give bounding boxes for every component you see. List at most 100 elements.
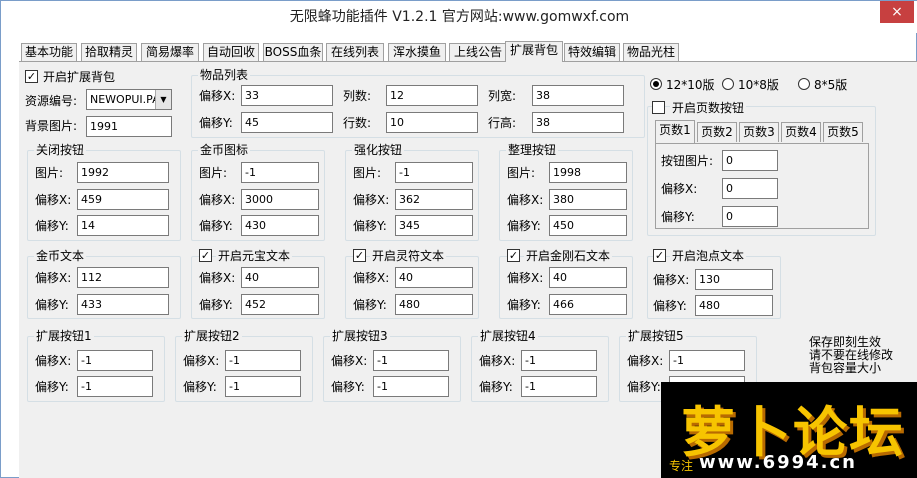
bubble-offset-x-label: 偏移X: xyxy=(653,273,690,287)
version-8x5-radio[interactable] xyxy=(798,78,810,90)
enhance-button-offset-x-input[interactable]: 362 xyxy=(395,189,473,210)
diamond-offset-y-input[interactable]: 466 xyxy=(549,294,627,315)
ext-button-5-offset-x-input[interactable]: -1 xyxy=(669,350,745,371)
enable-page-buttons-label: 开启页数按钮 xyxy=(670,101,747,115)
resource-value: NEWOPUI.PA xyxy=(90,93,160,106)
tab-ext-bag[interactable]: 扩展背包 xyxy=(505,41,563,62)
lingfu-text-checkbox[interactable]: ✓ xyxy=(353,249,366,262)
page-button-offset-y-input[interactable]: 0 xyxy=(722,206,778,227)
close-button-image-input[interactable]: 1992 xyxy=(77,162,169,183)
ext-button-4-offset-y-input[interactable]: -1 xyxy=(521,376,597,397)
version-10x8-radio[interactable] xyxy=(722,78,734,90)
ext-button-2-title: 扩展按钮2 xyxy=(182,329,242,343)
watermark-logo-sub: 专注 xyxy=(669,459,694,473)
rows-input[interactable]: 10 xyxy=(386,112,478,133)
ext-button-4-title: 扩展按钮4 xyxy=(478,329,538,343)
col-width-input[interactable]: 38 xyxy=(532,85,624,106)
cols-input[interactable]: 12 xyxy=(386,85,478,106)
chevron-down-icon[interactable]: ▼ xyxy=(155,90,171,109)
row-height-label: 行高: xyxy=(488,116,517,130)
tab-boss-hp[interactable]: BOSS血条 xyxy=(263,43,323,61)
gold-icon-offset-x-input[interactable]: 3000 xyxy=(241,189,319,210)
enable-ext-bag-checkbox[interactable]: ✓ xyxy=(25,70,38,83)
sort-button-offset-y-input[interactable]: 450 xyxy=(549,215,627,236)
item-list-offset-y-input[interactable]: 45 xyxy=(241,112,333,133)
gold-text-title: 金币文本 xyxy=(34,249,87,263)
gold-text-offset-x-label: 偏移X: xyxy=(35,271,72,285)
lingfu-offset-x-input[interactable]: 40 xyxy=(395,267,473,288)
gold-icon-offset-y-label: 偏移Y: xyxy=(199,219,233,233)
ext-button-1-offset-x-input[interactable]: -1 xyxy=(77,350,153,371)
close-button[interactable]: × xyxy=(880,1,914,23)
tab-pickup[interactable]: 拾取精灵 xyxy=(81,43,137,61)
enhance-button-title: 强化按钮 xyxy=(352,143,405,157)
close-button-title: 关闭按钮 xyxy=(34,143,87,157)
note-line-2: 请不要在线修改 xyxy=(809,348,894,362)
bubble-text-checkbox[interactable]: ✓ xyxy=(653,249,666,262)
tab-droprate[interactable]: 简易爆率 xyxy=(141,43,199,61)
sort-button-image-input[interactable]: 1998 xyxy=(549,162,627,183)
bubble-offset-x-input[interactable]: 130 xyxy=(695,269,773,290)
title-bar: 无限蜂功能插件 V1.2.1 官方网站:www.gomwxf.com × xyxy=(1,1,917,33)
gold-text-offset-y-input[interactable]: 433 xyxy=(77,294,169,315)
item-list-offset-y-label: 偏移Y: xyxy=(199,116,233,130)
lingfu-offset-y-input[interactable]: 480 xyxy=(395,294,473,315)
resource-select[interactable]: NEWOPUI.PA ▼ xyxy=(86,89,172,110)
bg-image-label: 背景图片: xyxy=(25,119,78,133)
tab-fishing[interactable]: 浑水摸鱼 xyxy=(388,43,446,61)
yuanbao-offset-x-input[interactable]: 40 xyxy=(241,267,319,288)
tab-page-3[interactable]: 页数3 xyxy=(739,122,779,142)
ext-button-1-offset-y-input[interactable]: -1 xyxy=(77,376,153,397)
diamond-offset-x-input[interactable]: 40 xyxy=(549,267,627,288)
gold-text-offset-x-input[interactable]: 112 xyxy=(77,267,169,288)
rows-label: 行数: xyxy=(343,116,372,130)
bg-image-input[interactable]: 1991 xyxy=(86,116,172,137)
enable-page-buttons-checkbox[interactable] xyxy=(652,101,665,114)
bubble-offset-y-input[interactable]: 480 xyxy=(695,295,773,316)
ext-button-1-title: 扩展按钮1 xyxy=(34,329,94,343)
diamond-text-checkbox[interactable]: ✓ xyxy=(507,249,520,262)
tab-page-2[interactable]: 页数2 xyxy=(697,122,737,142)
tab-item-beam[interactable]: 物品光柱 xyxy=(623,43,679,61)
ext-button-3-offset-x-input[interactable]: -1 xyxy=(373,350,449,371)
item-list-offset-x-input[interactable]: 33 xyxy=(241,85,333,106)
ext-button-3-offset-y-label: 偏移Y: xyxy=(331,380,365,394)
gold-icon-image-input[interactable]: -1 xyxy=(241,162,319,183)
item-list-title: 物品列表 xyxy=(198,68,251,82)
gold-icon-offset-y-input[interactable]: 430 xyxy=(241,215,319,236)
tab-recycle[interactable]: 自动回收 xyxy=(203,43,259,61)
tab-login-notice[interactable]: 上线公告 xyxy=(449,43,507,61)
col-width-label: 列宽: xyxy=(488,89,517,103)
diamond-offset-y-label: 偏移Y: xyxy=(507,298,541,312)
row-height-input[interactable]: 38 xyxy=(532,112,624,133)
enhance-button-image-input[interactable]: -1 xyxy=(395,162,473,183)
tab-effects[interactable]: 特效编辑 xyxy=(564,43,620,61)
bubble-offset-y-label: 偏移Y: xyxy=(653,299,687,313)
resource-label: 资源编号: xyxy=(25,94,78,108)
page-button-image-input[interactable]: 0 xyxy=(722,150,778,171)
close-button-offset-y-input[interactable]: 14 xyxy=(77,215,169,236)
version-12x10-radio[interactable] xyxy=(650,78,662,90)
ext-button-3-offset-y-input[interactable]: -1 xyxy=(373,376,449,397)
ext-button-2-offset-x-input[interactable]: -1 xyxy=(225,350,301,371)
lingfu-offset-x-label: 偏移X: xyxy=(353,271,390,285)
enhance-button-offset-y-label: 偏移Y: xyxy=(353,219,387,233)
page-button-offset-x-input[interactable]: 0 xyxy=(722,178,778,199)
tab-online-list[interactable]: 在线列表 xyxy=(326,43,384,61)
ext-button-4-offset-x-input[interactable]: -1 xyxy=(521,350,597,371)
gold-icon-image-label: 图片: xyxy=(199,166,228,180)
ext-button-2-offset-y-label: 偏移Y: xyxy=(183,380,217,394)
sort-button-offset-x-input[interactable]: 380 xyxy=(549,189,627,210)
yuanbao-offset-y-input[interactable]: 452 xyxy=(241,294,319,315)
tab-page-5[interactable]: 页数5 xyxy=(823,122,863,142)
yuanbao-text-checkbox[interactable]: ✓ xyxy=(199,249,212,262)
tab-page-4[interactable]: 页数4 xyxy=(781,122,821,142)
tab-page-1[interactable]: 页数1 xyxy=(655,120,695,143)
lingfu-offset-y-label: 偏移Y: xyxy=(353,298,387,312)
enhance-button-offset-y-input[interactable]: 345 xyxy=(395,215,473,236)
close-button-offset-x-input[interactable]: 459 xyxy=(77,189,169,210)
tab-basic[interactable]: 基本功能 xyxy=(21,43,77,61)
lingfu-text-label: 开启灵符文本 xyxy=(370,249,447,263)
ext-button-2-offset-y-input[interactable]: -1 xyxy=(225,376,301,397)
ext-button-5-offset-y-label: 偏移Y: xyxy=(627,380,661,394)
